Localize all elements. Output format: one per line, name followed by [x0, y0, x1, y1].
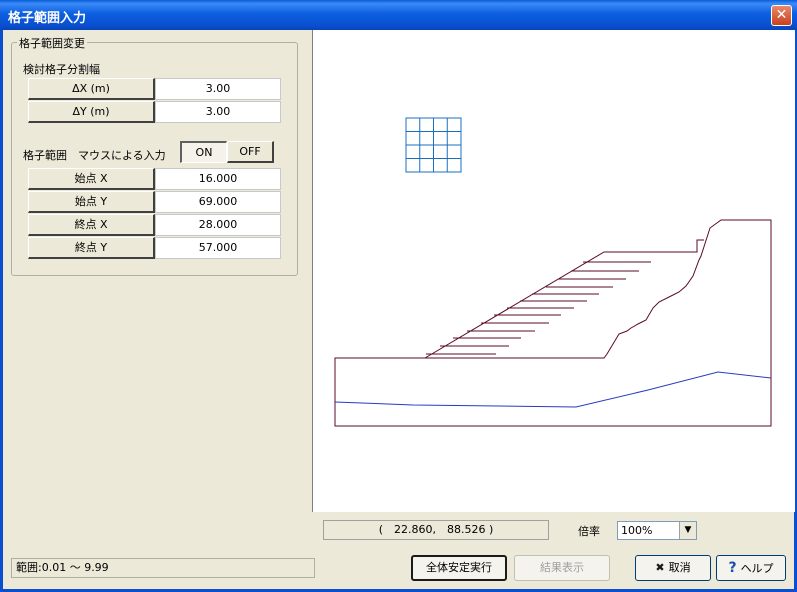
dx-label: ΔX (m) — [28, 78, 155, 100]
close-button[interactable]: ✕ — [771, 5, 792, 26]
slope-surface — [424, 239, 704, 359]
window-title: 格子範囲入力 — [8, 11, 87, 26]
show-results-button[interactable]: 結果表示 — [514, 555, 610, 581]
coordinate-readout: ( 22.860, 88.526 ) — [323, 520, 549, 540]
mouse-input-toggle: ON OFF — [180, 141, 274, 163]
dx-row: ΔX (m) 3.00 — [28, 78, 281, 100]
chevron-down-icon[interactable]: ▼ — [679, 522, 696, 539]
start-y-input[interactable]: 69.000 — [155, 191, 281, 213]
end-y-input[interactable]: 57.000 — [155, 237, 281, 259]
close-icon: ✕ — [775, 7, 788, 23]
grid-range-label: 格子範囲 マウスによる入力 — [23, 149, 166, 162]
question-icon: ? — [728, 560, 737, 576]
zoom-label: 倍率 — [578, 525, 600, 538]
help-label: ヘルプ — [740, 562, 774, 575]
end-x-input[interactable]: 28.000 — [155, 214, 281, 236]
start-y-label: 始点 Y — [28, 191, 155, 213]
slope-drawing — [334, 117, 772, 427]
dy-label: ΔY (m) — [28, 101, 155, 123]
end-y-label: 終点 Y — [28, 237, 155, 259]
start-x-input[interactable]: 16.000 — [155, 168, 281, 190]
toggle-on-button[interactable]: ON — [180, 141, 227, 163]
run-analysis-button[interactable]: 全体安定実行 — [411, 555, 507, 581]
end-x-label: 終点 X — [28, 214, 155, 236]
start-x-row: 始点 X 16.000 — [28, 168, 281, 190]
range-hint: 範囲:0.01 ～ 9.99 — [11, 558, 315, 578]
cancel-button[interactable]: ✖ 取消 — [635, 555, 711, 581]
end-x-row: 終点 X 28.000 — [28, 214, 281, 236]
cross-icon: ✖ — [655, 561, 665, 574]
title-bar: 格子範囲入力 ✕ — [0, 0, 797, 30]
help-button[interactable]: ? ヘルプ — [716, 555, 786, 581]
zoom-select[interactable]: 100% ▼ — [617, 521, 697, 540]
dx-input[interactable]: 3.00 — [155, 78, 281, 100]
search-grid — [405, 117, 462, 173]
drawing-canvas[interactable] — [312, 30, 795, 512]
start-y-row: 始点 Y 69.000 — [28, 191, 281, 213]
hatch-lines — [426, 261, 651, 355]
end-y-row: 終点 Y 57.000 — [28, 237, 281, 259]
water-level-line — [334, 371, 772, 408]
cancel-label: 取消 — [668, 561, 691, 574]
slope-section — [334, 219, 772, 427]
group-legend: 格子範囲変更 — [17, 35, 87, 51]
dy-row: ΔY (m) 3.00 — [28, 101, 281, 123]
division-width-label: 検討格子分割幅 — [23, 63, 100, 76]
start-x-label: 始点 X — [28, 168, 155, 190]
toggle-off-button[interactable]: OFF — [227, 141, 274, 163]
slope-outline — [334, 219, 772, 427]
dy-input[interactable]: 3.00 — [155, 101, 281, 123]
zoom-value: 100% — [621, 524, 653, 537]
